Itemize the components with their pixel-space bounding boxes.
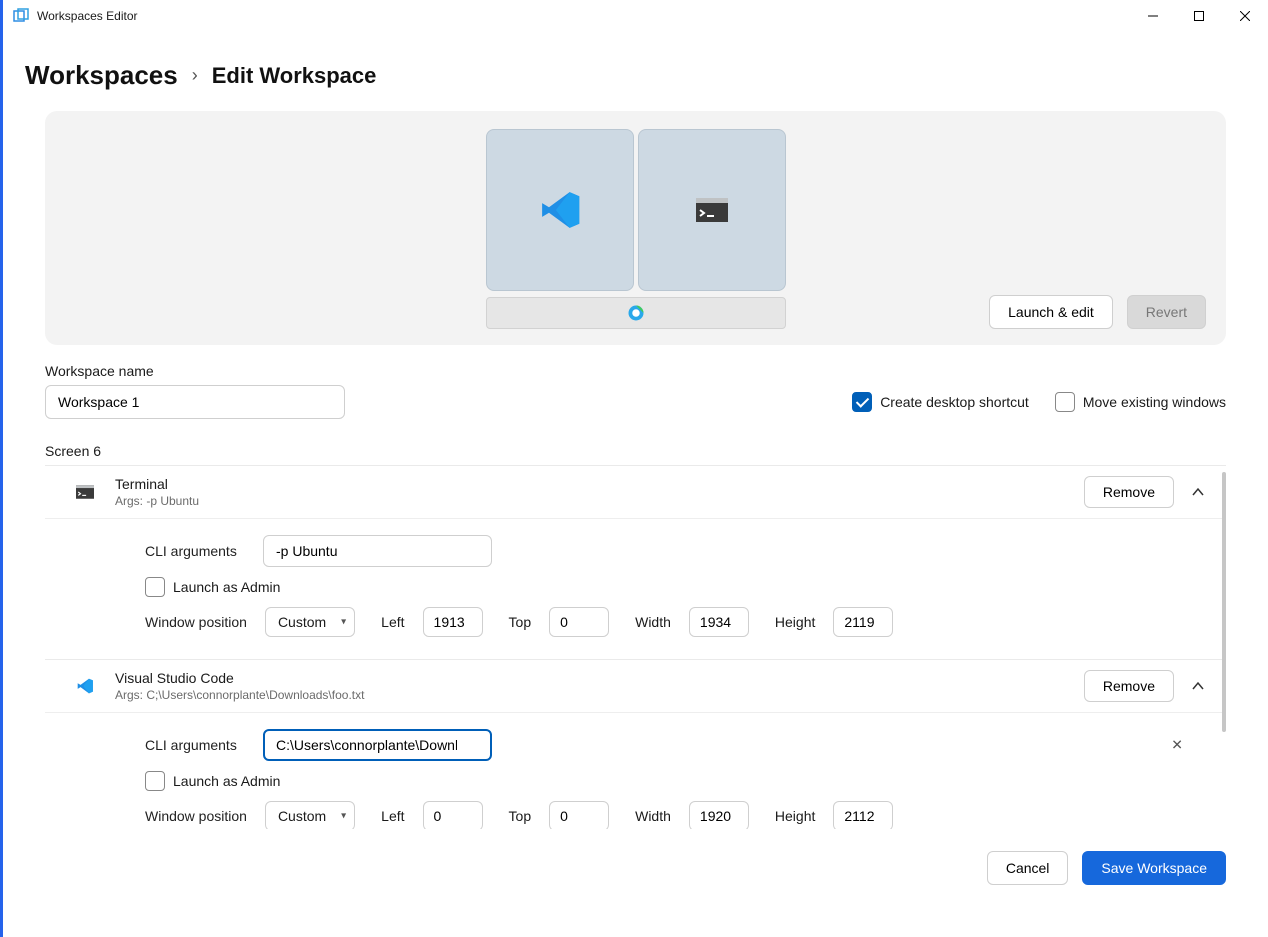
chevron-right-icon: › [192, 65, 198, 86]
create-shortcut-checkbox[interactable] [852, 392, 872, 412]
left-label: Left [381, 808, 404, 824]
scrollbar[interactable] [1222, 472, 1226, 732]
launch-as-admin-checkbox[interactable] [145, 771, 165, 791]
cli-label: CLI arguments [145, 737, 245, 753]
launch-as-admin-label: Launch as Admin [173, 579, 280, 595]
launch-as-admin-label: Launch as Admin [173, 773, 280, 789]
move-existing-checkbox[interactable] [1055, 392, 1075, 412]
left-input[interactable] [423, 801, 483, 829]
preview-tray [486, 297, 786, 329]
clear-icon[interactable]: ✕ [1171, 737, 1183, 754]
app-title: Visual Studio Code [115, 670, 1084, 686]
collapse-toggle[interactable] [1184, 672, 1212, 700]
app-row-terminal: Terminal Args: -p Ubuntu Remove CLI argu… [45, 466, 1226, 660]
breadcrumb-root[interactable]: Workspaces [25, 60, 178, 91]
launch-edit-button[interactable]: Launch & edit [989, 295, 1113, 329]
launch-as-admin-checkbox[interactable] [145, 577, 165, 597]
top-input[interactable] [549, 607, 609, 637]
workspace-preview: Launch & edit Revert [45, 111, 1226, 345]
width-label: Width [635, 808, 671, 824]
left-input[interactable] [423, 607, 483, 637]
cli-label: CLI arguments [145, 543, 245, 559]
top-label: Top [509, 614, 532, 630]
workspace-name-input[interactable] [45, 385, 345, 419]
preview-tile-vscode [486, 129, 634, 291]
height-input[interactable] [833, 607, 893, 637]
width-label: Width [635, 614, 671, 630]
window-position-label: Window position [145, 614, 247, 630]
titlebar: Workspaces Editor [3, 0, 1268, 32]
chevron-down-icon: ▾ [341, 811, 346, 822]
height-label: Height [775, 614, 815, 630]
minimize-button[interactable] [1130, 0, 1176, 32]
app-sub: Args: C;\Users\connorplante\Downloads\fo… [115, 688, 1084, 702]
footer: Cancel Save Workspace [3, 837, 1268, 905]
remove-button[interactable]: Remove [1084, 476, 1174, 508]
screen-label: Screen 6 [45, 443, 1268, 459]
chevron-up-icon [1191, 485, 1205, 499]
app-title: Terminal [115, 476, 1084, 492]
preview-tile-terminal [638, 129, 786, 291]
top-input[interactable] [549, 801, 609, 829]
position-mode-select[interactable]: Custom▾ [265, 607, 355, 637]
width-input[interactable] [689, 801, 749, 829]
cancel-button[interactable]: Cancel [987, 851, 1069, 885]
position-mode-select[interactable]: Custom▾ [265, 801, 355, 829]
cli-arguments-input[interactable] [263, 729, 492, 761]
page-title: Edit Workspace [212, 63, 377, 89]
app-icon [13, 8, 29, 24]
revert-button: Revert [1127, 295, 1206, 329]
maximize-button[interactable] [1176, 0, 1222, 32]
top-label: Top [509, 808, 532, 824]
app-row-vscode: Visual Studio Code Args: C;\Users\connor… [45, 660, 1226, 829]
remove-button[interactable]: Remove [1084, 670, 1174, 702]
vscode-icon [59, 677, 111, 695]
width-input[interactable] [689, 607, 749, 637]
terminal-icon [59, 483, 111, 501]
apps-list: Terminal Args: -p Ubuntu Remove CLI argu… [45, 465, 1226, 829]
workspace-name-label: Workspace name [45, 363, 1226, 379]
window-position-label: Window position [145, 808, 247, 824]
chevron-up-icon [1191, 679, 1205, 693]
close-button[interactable] [1222, 0, 1268, 32]
breadcrumb: Workspaces › Edit Workspace [3, 32, 1268, 111]
save-workspace-button[interactable]: Save Workspace [1082, 851, 1226, 885]
window-title: Workspaces Editor [37, 9, 137, 23]
cli-arguments-input[interactable] [263, 535, 492, 567]
app-sub: Args: -p Ubuntu [115, 494, 1084, 508]
left-label: Left [381, 614, 404, 630]
move-existing-label: Move existing windows [1083, 394, 1226, 410]
height-input[interactable] [833, 801, 893, 829]
height-label: Height [775, 808, 815, 824]
create-shortcut-label: Create desktop shortcut [880, 394, 1029, 410]
collapse-toggle[interactable] [1184, 478, 1212, 506]
chevron-down-icon: ▾ [341, 617, 346, 628]
